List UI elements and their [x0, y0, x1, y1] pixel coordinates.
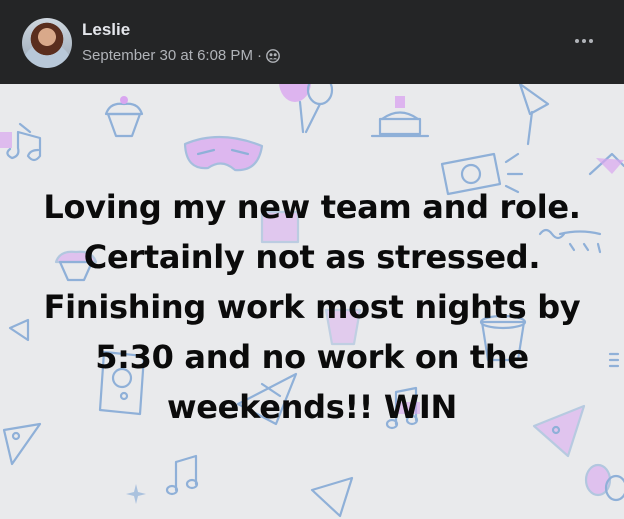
meta-separator: ·	[256, 47, 262, 64]
friends-icon[interactable]	[266, 48, 280, 63]
post-background: Loving my new team and role. Certainly n…	[0, 84, 624, 519]
post-text: Loving my new team and role. Certainly n…	[43, 188, 581, 426]
post-header: Leslie September 30 at 6:08 PM ·	[0, 0, 624, 84]
post-card: Leslie September 30 at 6:08 PM · Loving …	[0, 0, 624, 519]
author-name[interactable]: Leslie	[82, 20, 130, 40]
post-meta: September 30 at 6:08 PM ·	[82, 47, 280, 64]
avatar[interactable]	[22, 18, 72, 68]
more-options-icon[interactable]	[566, 25, 602, 57]
timestamp[interactable]: September 30 at 6:08 PM	[82, 47, 253, 64]
